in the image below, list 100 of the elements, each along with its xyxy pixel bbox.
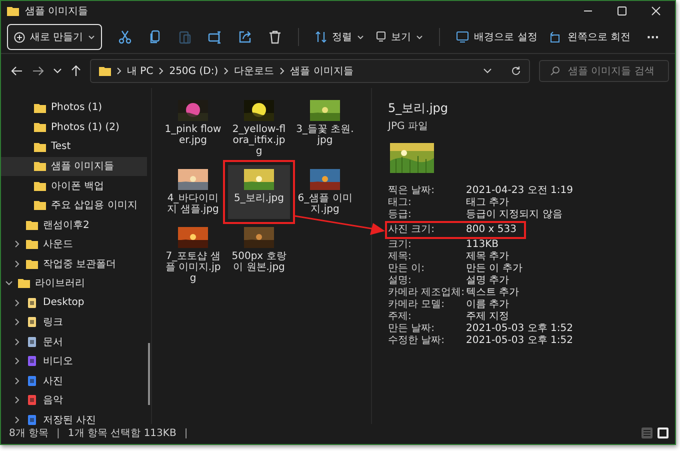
chevron-right-icon [158, 67, 164, 75]
caret-icon [357, 34, 364, 40]
folder-icon [34, 102, 46, 113]
address-bar[interactable]: 내 PC 250G (D:) 다운로드 샘플 이미지들 [90, 59, 530, 83]
nav-item[interactable]: 링크 [1, 312, 147, 332]
property-label: 제목: [388, 251, 412, 263]
scissors-icon[interactable] [118, 30, 132, 44]
file-item[interactable]: 1_pink flower.jpg [162, 96, 224, 161]
property-label: 찍은 날짜: [388, 185, 436, 197]
property-value[interactable]: 2021-04-23 오전 1:19 [466, 185, 573, 197]
property-value[interactable]: 2021-05-03 오후 1:52 [466, 335, 573, 347]
nav-item[interactable]: 사진 [1, 371, 147, 390]
rotate-icon [549, 31, 562, 43]
property-label: 만든 날짜: [388, 323, 436, 335]
nav-item[interactable]: 문서 [1, 332, 147, 352]
monitor-icon [376, 31, 386, 43]
nav-item[interactable]: Test [1, 137, 147, 156]
nav-item[interactable]: 작업중 보관폴더 [1, 254, 147, 274]
chevron-right-icon[interactable] [13, 376, 21, 385]
set-background-button[interactable]: 배경으로 설정 [456, 28, 538, 46]
folder-icon [34, 200, 46, 210]
folder-icon [34, 161, 46, 172]
chevron-right-icon[interactable] [13, 357, 21, 366]
caret-icon [416, 34, 424, 40]
sort-icon [315, 31, 328, 43]
selection-info: 1개 항목 선택함 113KB [68, 427, 176, 440]
file-item[interactable]: 5_보리.jpg [228, 165, 290, 219]
property-value[interactable]: 제목 추가 [466, 251, 510, 263]
search-field[interactable]: 샘플 이미지들 검색 [539, 60, 669, 82]
nav-item[interactable]: 사운드 [1, 234, 147, 254]
trash-icon[interactable] [268, 30, 282, 44]
view-button[interactable]: 보기 [376, 28, 424, 46]
nav-item[interactable]: 저장된 사진 [1, 410, 147, 430]
file-item[interactable]: 4_바다이미지 샘플.jpg [162, 165, 224, 219]
nav-item[interactable]: 음악 [1, 390, 147, 410]
nav-item[interactable]: 비디오 [1, 352, 147, 371]
chevron-down-icon[interactable] [5, 279, 13, 288]
nav-item[interactable]: Photos (1) [1, 98, 147, 118]
property-label: 만든 이: [388, 263, 426, 275]
property-value[interactable]: 800 x 533 [466, 224, 516, 236]
chevron-right-icon [116, 67, 122, 75]
chevron-right-icon[interactable] [13, 396, 21, 404]
copy-icon[interactable] [148, 30, 162, 44]
item-count: 8개 항목 [9, 427, 49, 440]
chevron-right-icon[interactable] [13, 318, 21, 326]
sort-button[interactable]: 정렬 [315, 28, 364, 46]
nav-item[interactable]: 주요 삽입용 이미지 [1, 196, 147, 215]
up-icon[interactable] [71, 65, 81, 77]
chevron-down-icon[interactable] [483, 67, 492, 75]
forward-icon[interactable] [32, 65, 44, 77]
file-item[interactable]: 500px 호랑이 원본.jpg [228, 223, 290, 288]
chevron-right-icon[interactable] [13, 338, 21, 346]
chevron-right-icon[interactable] [13, 298, 21, 307]
property-label: 사진 크기: [388, 224, 436, 236]
new-button[interactable]: 새로 만들기 [7, 24, 102, 50]
tiles-view-icon[interactable] [657, 427, 669, 439]
nav-item[interactable]: 라이브러리 [1, 274, 147, 293]
nav-item[interactable]: 랜섬이후2 [1, 215, 147, 234]
property-value[interactable]: 113KB [466, 239, 499, 251]
share-icon[interactable] [238, 30, 252, 44]
file-item[interactable]: 2_yellow-flora_itfix.jpg [228, 96, 290, 161]
chevron-right-icon[interactable] [13, 260, 21, 268]
property-value[interactable]: 등급이 지정되지 않음 [466, 209, 562, 221]
file-item[interactable]: 6_샘플 이미지.jpg [294, 165, 356, 219]
breadcrumb[interactable]: 다운로드 [234, 64, 274, 78]
property-value[interactable]: 만든 이 추가 [466, 263, 522, 275]
monitor-icon [456, 31, 470, 43]
property-value[interactable]: 텍스트 추가 [466, 287, 520, 299]
property-value[interactable]: 이름 추가 [466, 299, 510, 311]
back-icon[interactable] [11, 65, 23, 77]
chevron-right-icon[interactable] [13, 416, 21, 424]
rotate-left-button[interactable]: 왼쪽으로 회전 [549, 28, 631, 46]
property-value[interactable]: 태그 추가 [466, 197, 510, 209]
property-label: 크기: [388, 239, 412, 251]
nav-item[interactable]: 아이폰 백업 [1, 176, 147, 196]
breadcrumb[interactable]: 내 PC [127, 64, 154, 78]
folder-icon [99, 66, 111, 76]
rename-icon[interactable] [208, 30, 222, 44]
property-value[interactable]: 설명 추가 [466, 275, 510, 287]
nav-item[interactable]: Photos (1) (2) [1, 118, 147, 137]
folder-icon [18, 278, 30, 288]
folder-icon [34, 142, 46, 152]
breadcrumb[interactable]: 250G (D:) [169, 66, 218, 76]
refresh-icon[interactable] [511, 66, 521, 76]
caret-icon [88, 34, 96, 40]
property-value[interactable]: 2021-05-03 오후 1:52 [466, 323, 573, 335]
chevron-right-icon[interactable] [13, 240, 21, 248]
breadcrumb[interactable]: 샘플 이미지들 [290, 64, 354, 78]
maximize-icon[interactable] [617, 6, 627, 16]
close-icon[interactable] [651, 6, 661, 16]
file-item[interactable]: 7_포토샵 샘플 이미지.jpg [162, 223, 224, 288]
folder-icon [34, 180, 46, 191]
file-item[interactable]: 3_들꽃 초원.jpg [294, 96, 356, 161]
property-label: 등급: [388, 209, 412, 221]
nav-item[interactable]: Desktop [1, 293, 147, 312]
property-label: 태그: [388, 197, 412, 209]
more-button[interactable]: ··· [646, 30, 660, 44]
folder-icon [7, 6, 19, 16]
nav-item[interactable]: 샘플 이미지들 [1, 156, 147, 176]
property-value[interactable]: 주제 지정 [466, 311, 510, 323]
